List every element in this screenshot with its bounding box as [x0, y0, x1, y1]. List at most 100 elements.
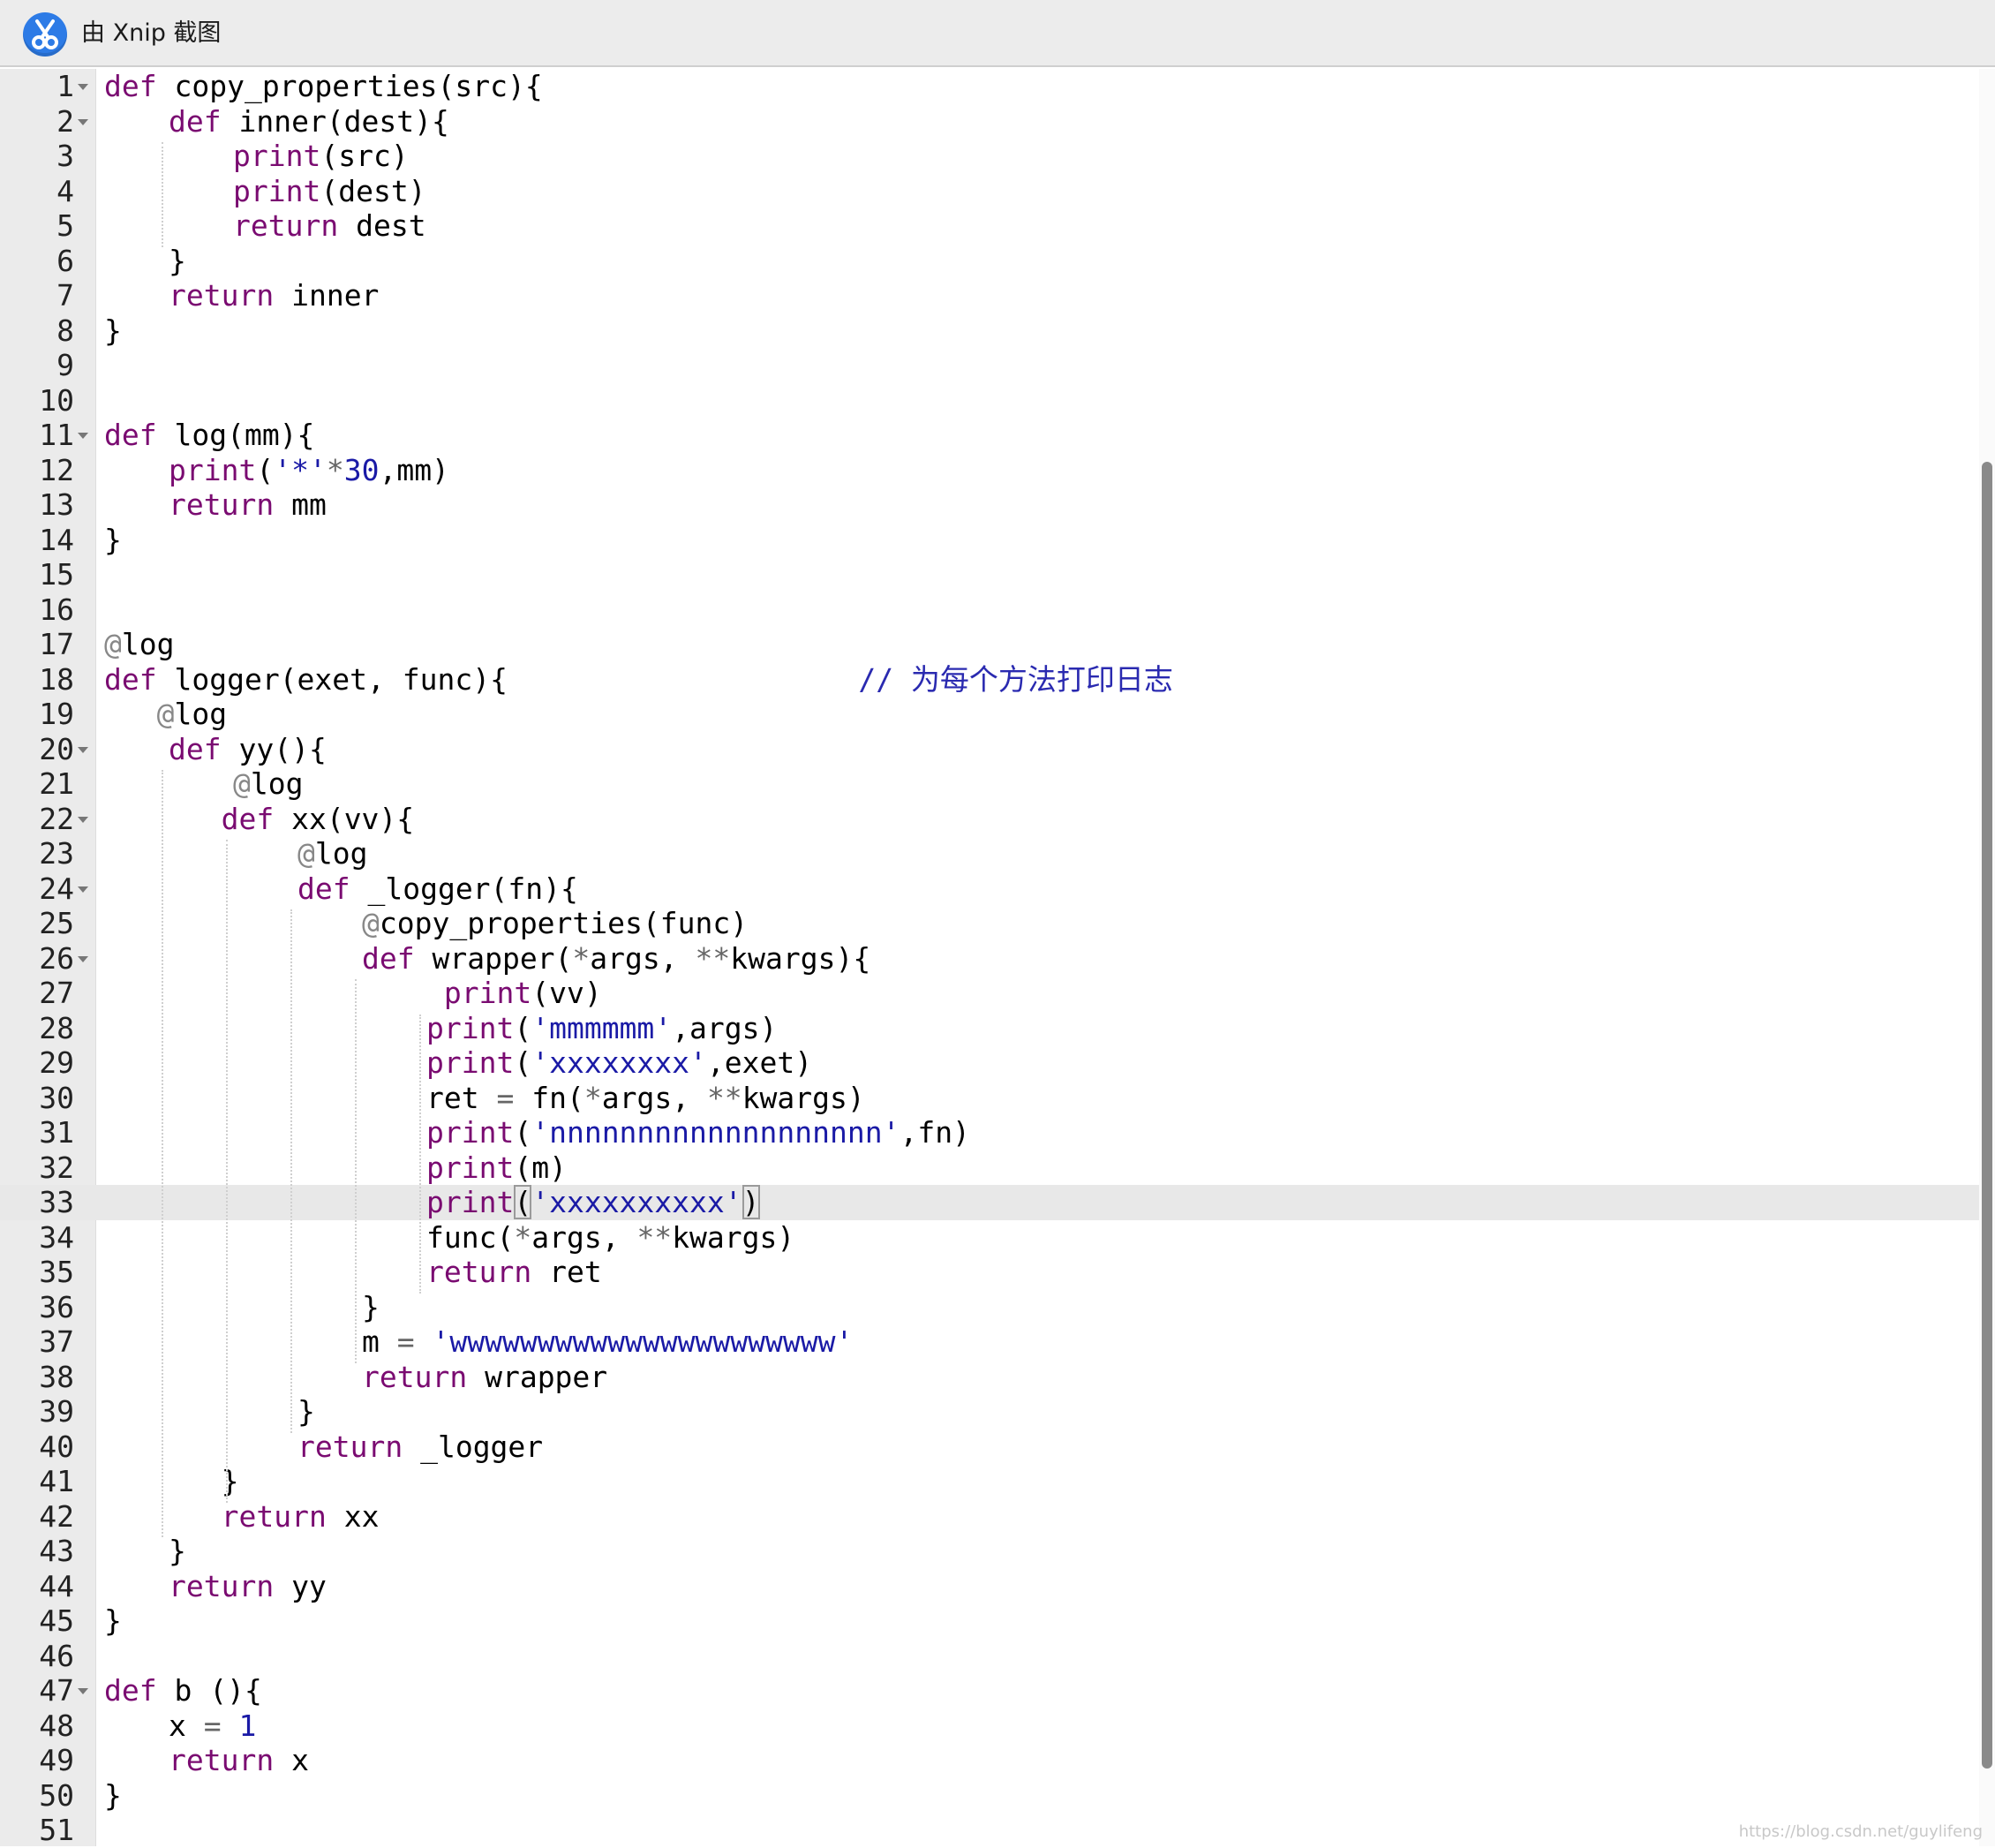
- code-text[interactable]: return dest: [233, 208, 426, 244]
- code-text[interactable]: return _logger: [297, 1429, 543, 1465]
- code-line[interactable]: 16: [0, 592, 1995, 628]
- code-line[interactable]: 18 def logger(exet, func){ // 为每个方法打印日志: [0, 662, 1995, 698]
- code-line[interactable]: 49 return x: [0, 1743, 1995, 1778]
- fold-arrow-icon[interactable]: [78, 433, 88, 439]
- code-text[interactable]: }: [362, 1290, 380, 1325]
- code-line[interactable]: 26 def wrapper(*args, **kwargs){: [0, 941, 1995, 977]
- code-line[interactable]: 6}: [0, 244, 1995, 279]
- code-line[interactable]: 51: [0, 1813, 1995, 1848]
- code-line[interactable]: 12 print('*'*30,mm): [0, 453, 1995, 488]
- code-text[interactable]: print('*'*30,mm): [169, 453, 449, 488]
- code-text[interactable]: x = 1: [169, 1708, 256, 1744]
- code-line[interactable]: 7 return inner: [0, 278, 1995, 313]
- code-line[interactable]: 27 print(vv): [0, 976, 1995, 1011]
- code-line[interactable]: 32 print(m): [0, 1150, 1995, 1186]
- code-text[interactable]: print('mmmmmm',args): [426, 1011, 777, 1046]
- code-text[interactable]: print(vv): [426, 976, 602, 1011]
- code-line[interactable]: 14}: [0, 523, 1995, 558]
- code-line[interactable]: 41 }: [0, 1464, 1995, 1499]
- code-text[interactable]: print('xxxxxxxx',exet): [426, 1045, 812, 1081]
- code-line[interactable]: 29 print('xxxxxxxx',exet): [0, 1045, 1995, 1081]
- xnip-scissors-icon[interactable]: [23, 12, 67, 57]
- code-text[interactable]: print('nnnnnnnnnnnnnnnnnnn',fn): [426, 1115, 970, 1150]
- code-line[interactable]: 35 return ret: [0, 1255, 1995, 1290]
- code-line[interactable]: 30 ret = fn(*args, **kwargs): [0, 1081, 1995, 1116]
- fold-arrow-icon[interactable]: [78, 816, 88, 823]
- code-text[interactable]: }: [104, 523, 122, 558]
- code-text[interactable]: @log: [104, 627, 174, 662]
- code-line[interactable]: 2 def inner(dest){: [0, 104, 1995, 140]
- code-line[interactable]: 24 def _logger(fn){: [0, 871, 1995, 907]
- code-line[interactable]: 36}: [0, 1290, 1995, 1325]
- code-line[interactable]: 8}: [0, 313, 1995, 349]
- code-text[interactable]: m = 'wwwwwwwwwwwwwwwwwwwwww': [362, 1324, 853, 1360]
- code-line[interactable]: 38 return wrapper: [0, 1360, 1995, 1395]
- code-text[interactable]: def _logger(fn){: [297, 871, 578, 907]
- scrollbar-thumb[interactable]: [1982, 462, 1992, 1769]
- code-text[interactable]: def xx(vv){: [169, 802, 415, 837]
- code-line[interactable]: 34 func(*args, **kwargs): [0, 1220, 1995, 1256]
- code-line[interactable]: 9: [0, 348, 1995, 383]
- code-line[interactable]: 5 return dest: [0, 208, 1995, 244]
- code-text[interactable]: def inner(dest){: [169, 104, 449, 140]
- code-text[interactable]: return x: [169, 1743, 309, 1778]
- code-line[interactable]: 42 return xx: [0, 1499, 1995, 1535]
- code-editor[interactable]: 1 def copy_properties(src){2 def inner(des…: [0, 69, 1995, 1848]
- code-text[interactable]: }: [169, 1464, 239, 1499]
- code-line[interactable]: 3 print(src): [0, 139, 1995, 174]
- code-text[interactable]: print(dest): [233, 174, 426, 209]
- code-text[interactable]: }: [104, 1778, 122, 1814]
- code-text[interactable]: return ret: [426, 1255, 602, 1290]
- code-text[interactable]: }: [104, 313, 122, 349]
- code-line[interactable]: 23 @log: [0, 836, 1995, 871]
- code-text[interactable]: print(m): [426, 1150, 567, 1186]
- fold-arrow-icon[interactable]: [78, 886, 88, 893]
- code-text[interactable]: return inner: [169, 278, 379, 313]
- code-text[interactable]: @log: [233, 766, 303, 802]
- fold-arrow-icon[interactable]: [78, 84, 88, 90]
- code-line[interactable]: 37 m = 'wwwwwwwwwwwwwwwwwwwwww': [0, 1324, 1995, 1360]
- code-line[interactable]: 31 print('nnnnnnnnnnnnnnnnnnn',fn): [0, 1115, 1995, 1150]
- fold-arrow-icon[interactable]: [78, 955, 88, 962]
- code-line[interactable]: 17 @log: [0, 627, 1995, 662]
- fold-arrow-icon[interactable]: [78, 118, 88, 125]
- code-line[interactable]: 4 print(dest): [0, 174, 1995, 209]
- code-text[interactable]: def log(mm){: [104, 418, 314, 453]
- code-line[interactable]: 1 def copy_properties(src){: [0, 69, 1995, 104]
- code-text[interactable]: return xx: [169, 1499, 380, 1535]
- vertical-scrollbar[interactable]: [1979, 69, 1995, 1846]
- code-line[interactable]: 28 print('mmmmmm',args): [0, 1011, 1995, 1046]
- code-line[interactable]: 46: [0, 1639, 1995, 1674]
- code-text[interactable]: def wrapper(*args, **kwargs){: [362, 941, 870, 977]
- code-line[interactable]: 43}: [0, 1534, 1995, 1569]
- code-text[interactable]: def copy_properties(src){: [104, 69, 543, 104]
- code-text[interactable]: return wrapper: [362, 1360, 607, 1395]
- code-text[interactable]: return yy: [169, 1569, 327, 1604]
- code-line[interactable]: 11 def log(mm){: [0, 418, 1995, 453]
- code-line[interactable]: 15: [0, 557, 1995, 592]
- code-line[interactable]: 25 @copy_properties(func): [0, 906, 1995, 941]
- code-line[interactable]: 20 def yy(){: [0, 732, 1995, 767]
- code-text[interactable]: @copy_properties(func): [362, 906, 748, 941]
- code-text[interactable]: print(src): [233, 139, 409, 174]
- code-text[interactable]: func(*args, **kwargs): [426, 1220, 794, 1256]
- code-text[interactable]: }: [169, 244, 186, 279]
- code-line[interactable]: 45}: [0, 1603, 1995, 1639]
- code-line[interactable]: 50}: [0, 1778, 1995, 1814]
- code-line[interactable]: 22 def xx(vv){: [0, 802, 1995, 837]
- code-line[interactable]: 19 @log: [0, 697, 1995, 732]
- code-line[interactable]: 39}: [0, 1394, 1995, 1429]
- fold-arrow-icon[interactable]: [78, 746, 88, 753]
- code-text[interactable]: ret = fn(*args, **kwargs): [426, 1081, 865, 1116]
- code-text[interactable]: }: [104, 1603, 122, 1639]
- code-line[interactable]: 10: [0, 383, 1995, 419]
- code-text[interactable]: def logger(exet, func){ // 为每个方法打印日志: [104, 662, 1173, 698]
- code-line[interactable]: 47 def b (){: [0, 1673, 1995, 1708]
- code-text[interactable]: def b (){: [104, 1673, 262, 1708]
- code-line[interactable]: 48 x = 1: [0, 1708, 1995, 1744]
- code-line[interactable]: 21 @log: [0, 766, 1995, 802]
- code-text[interactable]: def yy(){: [169, 732, 327, 767]
- fold-arrow-icon[interactable]: [78, 1688, 88, 1694]
- code-text[interactable]: }: [169, 1534, 186, 1569]
- code-line[interactable]: 40 return _logger: [0, 1429, 1995, 1465]
